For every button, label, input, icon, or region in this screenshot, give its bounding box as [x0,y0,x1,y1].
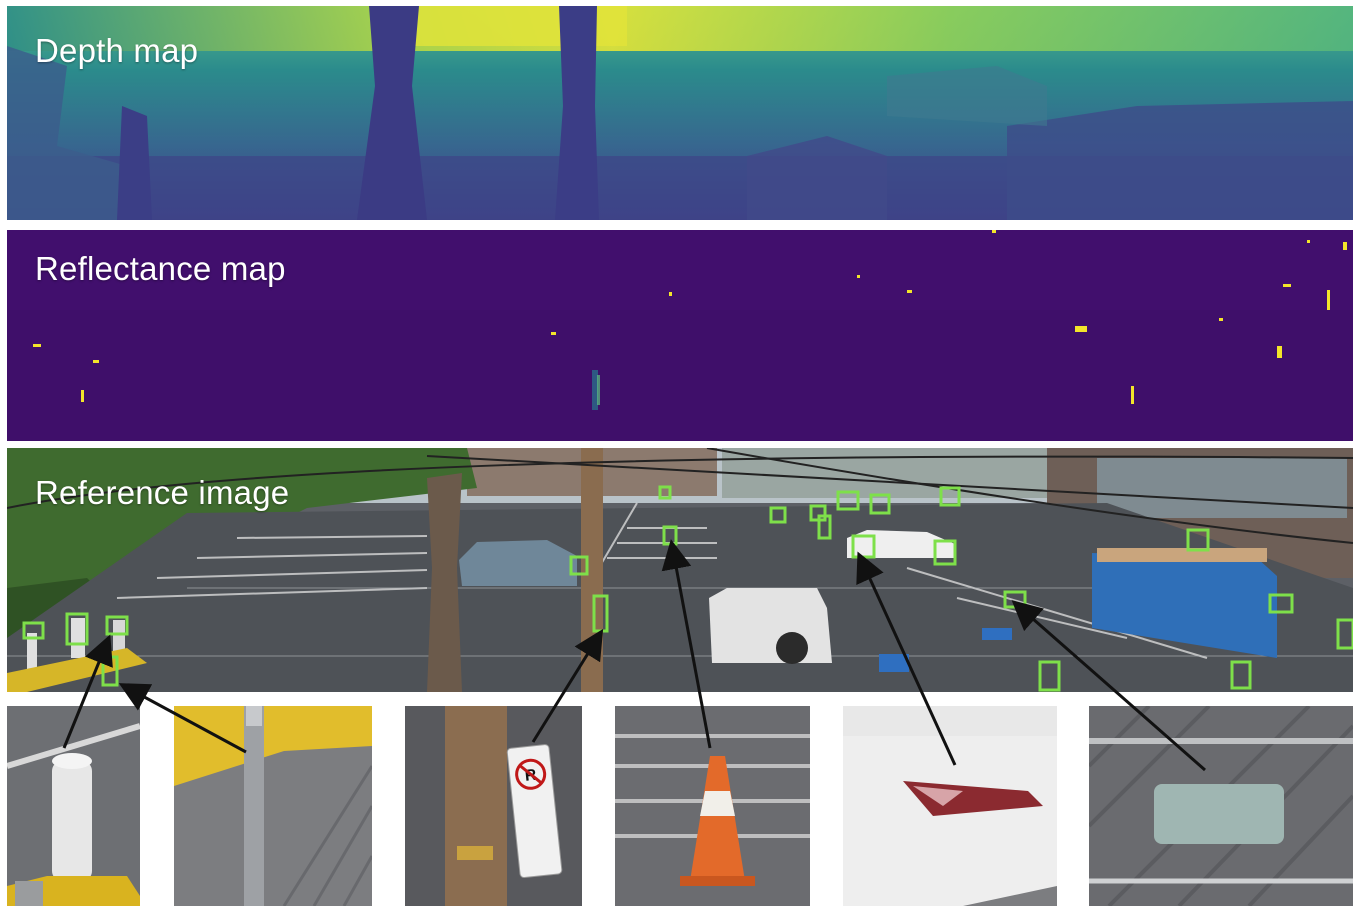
car-taillight-crop [843,706,1057,906]
curb-bollard-crop [174,706,372,906]
depth-map-panel: Depth map [7,6,1353,220]
reflectance-map-panel: Reflectance map [7,230,1353,441]
bollard-crop [7,706,140,906]
fence-plate-crop [1089,706,1353,906]
reference-image-label: Reference image [35,474,290,511]
no-parking-sign-crop: R [405,706,582,906]
depth-map-image [7,6,1353,220]
reflectance-map-label: Reflectance map [35,250,286,287]
traffic-cone-crop [615,706,810,906]
depth-map-label: Depth map [35,32,199,69]
reference-image-panel: Reference image [7,448,1353,692]
